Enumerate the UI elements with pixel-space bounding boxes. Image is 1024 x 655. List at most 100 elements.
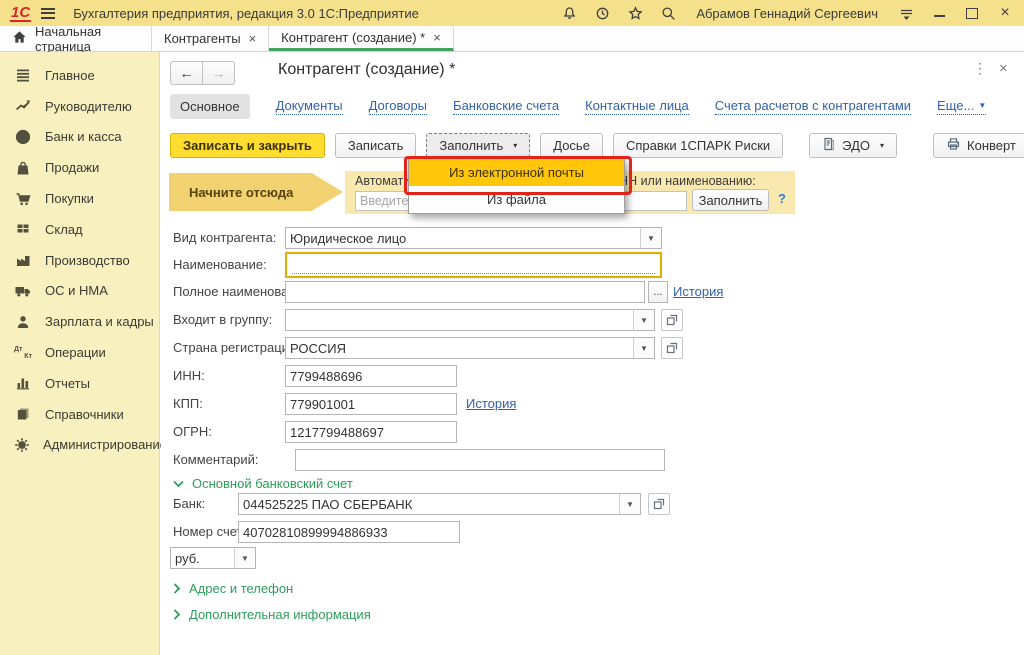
- nav-bank-accounts[interactable]: Банковские счета: [453, 98, 559, 115]
- trend-chart-icon: [14, 98, 32, 115]
- group-input[interactable]: [286, 310, 633, 330]
- field-row-inn: ИНН:: [161, 365, 1024, 389]
- ogrn-input[interactable]: [286, 422, 456, 442]
- save-and-close-button[interactable]: Записать и закрыть: [170, 133, 325, 158]
- form-nav: Основное Документы Договоры Банковские с…: [170, 94, 986, 119]
- country-open-icon[interactable]: [661, 337, 683, 359]
- inn-input[interactable]: [286, 366, 456, 386]
- tab-close-icon[interactable]: ×: [249, 31, 257, 46]
- tab-label: Начальная страница: [35, 24, 139, 54]
- kind-input[interactable]: [286, 228, 640, 248]
- section-address-phone[interactable]: Адрес и телефон: [173, 581, 293, 596]
- dropdown-arrow-icon[interactable]: ▼: [619, 494, 640, 514]
- kpp-history-link[interactable]: История: [466, 396, 516, 411]
- tab-close-icon[interactable]: ×: [433, 30, 441, 45]
- sidebar-item-production[interactable]: Производство: [0, 245, 159, 276]
- app-title: Бухгалтерия предприятия, редакция 3.0 1С…: [73, 6, 419, 21]
- sidebar-item-sales[interactable]: Продажи: [0, 152, 159, 183]
- forward-button[interactable]: →: [203, 61, 235, 85]
- account-number-input[interactable]: [239, 522, 459, 542]
- bank-open-icon[interactable]: [648, 493, 670, 515]
- sidebar-item-reports[interactable]: Отчеты: [0, 368, 159, 399]
- kpp-input[interactable]: [286, 394, 456, 414]
- fill-button[interactable]: Заполнить▾: [426, 133, 530, 158]
- field-row-ogrn: ОГРН:: [161, 421, 1024, 445]
- maximize-icon[interactable]: [963, 4, 981, 22]
- factory-icon: [14, 252, 32, 269]
- history-icon[interactable]: [593, 4, 611, 22]
- sidebar: Главное Руководителю Банк и касса Продаж…: [0, 52, 160, 655]
- edo-button[interactable]: ЭДО▾: [809, 133, 897, 158]
- page-title: Контрагент (создание) *: [278, 61, 455, 79]
- nav-contact-persons[interactable]: Контактные лица: [585, 98, 689, 115]
- country-input[interactable]: [286, 338, 633, 358]
- ruble-circle-icon: [14, 128, 32, 145]
- sidebar-item-main[interactable]: Главное: [0, 60, 159, 91]
- sidebar-item-purchases[interactable]: Покупки: [0, 183, 159, 214]
- tab-home[interactable]: Начальная страница: [0, 26, 152, 51]
- chevron-down-icon: ▼: [978, 101, 986, 110]
- notifications-icon[interactable]: [560, 4, 578, 22]
- bank-input[interactable]: [239, 494, 619, 514]
- close-window-icon[interactable]: ×: [996, 4, 1014, 22]
- sidebar-item-administration[interactable]: Администрирование: [0, 430, 159, 461]
- current-user[interactable]: Абрамов Геннадий Сергеевич: [696, 6, 878, 21]
- back-button[interactable]: ←: [170, 61, 203, 85]
- sidebar-item-fixed-assets[interactable]: ОС и НМА: [0, 276, 159, 307]
- sidebar-item-warehouse[interactable]: Склад: [0, 214, 159, 245]
- field-row-account-number: Номер счета:: [161, 521, 1024, 545]
- menu-item-from-email[interactable]: Из электронной почты: [409, 159, 624, 186]
- shopping-bag-icon: [14, 159, 32, 176]
- dropdown-arrow-icon[interactable]: ▼: [633, 338, 654, 358]
- field-row-group: Входит в группу: ▼: [161, 309, 1024, 333]
- service-menu-icon[interactable]: [897, 4, 915, 22]
- tab-counterparty-new[interactable]: Контрагент (создание) * ×: [269, 26, 454, 51]
- dropdown-arrow-icon[interactable]: ▼: [640, 228, 661, 248]
- more-actions-icon[interactable]: ⋮: [973, 60, 987, 77]
- 1c-logo: 1С: [10, 5, 31, 22]
- main-menu-icon[interactable]: [41, 8, 55, 19]
- sidebar-item-manager[interactable]: Руководителю: [0, 91, 159, 122]
- full-name-history-link[interactable]: История: [673, 284, 723, 299]
- menu-lines-icon: [14, 67, 32, 84]
- menu-item-from-file[interactable]: Из файла: [409, 186, 624, 213]
- section-main-bank-account[interactable]: Основной банковский счет: [173, 476, 353, 491]
- full-name-input[interactable]: [286, 282, 644, 302]
- printer-icon: [946, 137, 961, 154]
- comment-input[interactable]: [296, 450, 664, 470]
- sidebar-item-bank-cash[interactable]: Банк и касса: [0, 122, 159, 153]
- favorites-icon[interactable]: [626, 4, 644, 22]
- close-form-icon[interactable]: ×: [999, 60, 1008, 77]
- spark-button[interactable]: Справки 1СПАРК Риски: [613, 133, 783, 158]
- field-row-kpp: КПП: История: [161, 393, 1024, 417]
- search-icon[interactable]: [659, 4, 677, 22]
- autofill-button[interactable]: Заполнить: [692, 189, 769, 211]
- app-window: 1С Бухгалтерия предприятия, редакция 3.0…: [0, 0, 1024, 655]
- nav-documents[interactable]: Документы: [276, 98, 343, 115]
- minimize-icon[interactable]: [930, 4, 948, 22]
- nav-settlement-accounts[interactable]: Счета расчетов с контрагентами: [715, 98, 911, 115]
- currency-input[interactable]: [171, 548, 234, 568]
- name-input[interactable]: [287, 254, 660, 276]
- sidebar-item-operations[interactable]: Дт Кт Операции: [0, 337, 159, 368]
- dropdown-arrow-icon[interactable]: ▼: [234, 548, 255, 568]
- dt-kt-icon: Дт Кт: [14, 344, 32, 361]
- tab-counterparties[interactable]: Контрагенты ×: [152, 26, 269, 51]
- nav-main[interactable]: Основное: [170, 94, 250, 119]
- hint-help-link[interactable]: ?: [778, 191, 786, 206]
- nav-more[interactable]: Еще...▼: [937, 98, 986, 115]
- chevron-down-icon: ▾: [880, 141, 884, 150]
- save-button[interactable]: Записать: [335, 133, 417, 158]
- section-additional-info[interactable]: Дополнительная информация: [173, 607, 371, 622]
- dossier-button[interactable]: Досье: [540, 133, 603, 158]
- sidebar-item-directories[interactable]: Справочники: [0, 399, 159, 430]
- history-nav-group: ← →: [170, 61, 235, 85]
- full-name-more-button[interactable]: ...: [648, 281, 668, 303]
- nav-contracts[interactable]: Договоры: [369, 98, 427, 115]
- group-open-icon[interactable]: [661, 309, 683, 331]
- field-row-currency: ▼: [161, 547, 1024, 571]
- sidebar-item-salary-hr[interactable]: Зарплата и кадры: [0, 306, 159, 337]
- dropdown-arrow-icon[interactable]: ▼: [633, 310, 654, 330]
- form-toolbar: Записать и закрыть Записать Заполнить▾ Д…: [170, 133, 1024, 158]
- envelope-button[interactable]: Конверт: [933, 133, 1024, 158]
